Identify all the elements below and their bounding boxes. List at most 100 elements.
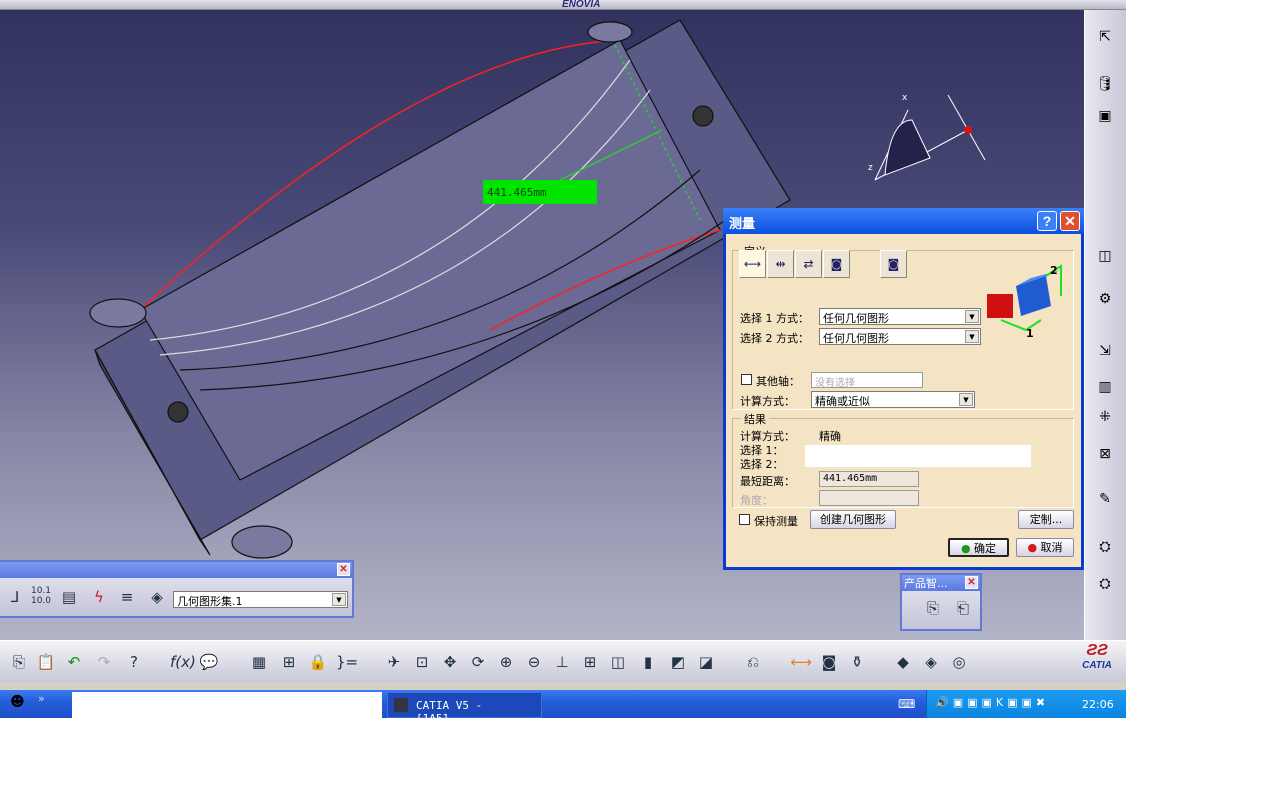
chevron-down-icon[interactable]: ▼	[332, 593, 346, 606]
equation-icon[interactable]: }=	[336, 651, 358, 673]
help-pointer-icon[interactable]: ?	[123, 651, 145, 673]
render-icon[interactable]: ⛭	[1095, 575, 1115, 593]
help-button[interactable]: ?	[1037, 211, 1057, 231]
fit-all-icon[interactable]: ⊡	[411, 651, 433, 673]
gear-icon[interactable]: ⚙	[1095, 290, 1115, 308]
selection2-select[interactable]: 任何几何图形 ▼	[819, 328, 981, 345]
close-icon[interactable]: ✕	[337, 563, 350, 576]
select-arrow-icon[interactable]: ⇱	[1095, 28, 1115, 46]
green-dot-icon: ●	[960, 542, 971, 555]
measure-item-icon[interactable]: ◙	[818, 651, 840, 673]
min-distance-field[interactable]: 441.465mm	[819, 471, 919, 487]
lock-icon[interactable]: 🔒	[307, 651, 329, 673]
taskbar-blank-area	[72, 692, 382, 718]
measure-fan-icon[interactable]: ⇄	[795, 250, 822, 278]
keyboard-icon[interactable]: ⌨	[898, 697, 915, 711]
units-icon[interactable]: 10.1 10.0	[30, 586, 52, 608]
copy-icon[interactable]: ⎘	[8, 651, 30, 673]
geometry-set-select[interactable]: 几何图形集.1 ▼	[173, 591, 348, 608]
taskbar-catia-button[interactable]: CATIA V5 - [1A51...	[387, 692, 542, 725]
swap-visible-icon[interactable]: ◪	[695, 651, 717, 673]
selection1-select[interactable]: 任何几何图形 ▼	[819, 308, 981, 325]
undo-icon[interactable]: ↶	[63, 651, 85, 673]
comment-icon[interactable]: 💬	[198, 651, 220, 673]
svg-text:2: 2	[1050, 264, 1058, 277]
rotate-icon[interactable]: ⟳	[467, 651, 489, 673]
zoom-out-icon[interactable]: ⊖	[523, 651, 545, 673]
measure-between-icon[interactable]: ⟷	[790, 651, 812, 673]
sketch-icon[interactable]: ✎	[1095, 490, 1115, 508]
keep-measure-checkbox[interactable]	[739, 514, 750, 525]
clock: 22:06	[1082, 698, 1114, 711]
floating-toolbar-titlebar[interactable]: ✕	[0, 562, 352, 578]
quicklaunch-icon[interactable]: ☻	[10, 694, 25, 710]
move-icon[interactable]: ⇲	[1095, 342, 1115, 360]
product-new-icon[interactable]: ⎘	[922, 597, 944, 619]
product-open-icon[interactable]: ⎗	[952, 597, 974, 619]
catia-logo: ƧƧ CATIA	[1082, 642, 1112, 671]
section-icon[interactable]: ▥	[1095, 378, 1115, 396]
tree-icon[interactable]: ⊞	[278, 651, 300, 673]
pan-icon[interactable]: ✥	[439, 651, 461, 673]
measure-inertia-icon[interactable]: ⚱	[846, 651, 868, 673]
measure-between-icon[interactable]: ⟷	[739, 250, 766, 278]
taskbar-catia-label: CATIA V5 - [1A51...	[416, 699, 483, 725]
multi-view-icon[interactable]: ⊞	[579, 651, 601, 673]
body-icon[interactable]: ▤	[58, 586, 80, 608]
measure-thickness-icon[interactable]: ◙	[880, 250, 907, 278]
fly-icon[interactable]: ✈	[383, 651, 405, 673]
close-icon[interactable]: ✕	[965, 576, 978, 589]
dialog-title: 测量	[729, 217, 756, 232]
table-icon[interactable]: ▦	[248, 651, 270, 673]
calc-mode-value: 精确或近似	[815, 395, 870, 408]
result-selection2-label: 选择 2：	[740, 458, 784, 471]
chevron-down-icon[interactable]: ▼	[965, 310, 979, 323]
dialog-titlebar[interactable]: 测量 ? ✕	[723, 208, 1084, 234]
cancel-button[interactable]: ● 取消	[1016, 538, 1074, 557]
normal-view-icon[interactable]: ⊥	[551, 651, 573, 673]
axis-icon[interactable]: ⅃	[4, 586, 26, 608]
pattern-icon[interactable]: ⁜	[1095, 408, 1115, 426]
redo-icon[interactable]: ↷	[93, 651, 115, 673]
apply-material-icon[interactable]: ◆	[892, 651, 914, 673]
result-label: 结果	[741, 411, 769, 427]
knowledge-icon[interactable]: ◎	[948, 651, 970, 673]
zoom-in-icon[interactable]: ⊕	[495, 651, 517, 673]
customize-button[interactable]: 定制...	[1018, 510, 1074, 529]
angle-field[interactable]	[819, 490, 919, 506]
other-axis-checkbox[interactable]	[741, 374, 752, 385]
update-icon[interactable]: ⎌	[742, 651, 764, 673]
calc-mode-select[interactable]: 精确或近似 ▼	[811, 391, 975, 408]
geometry-set-icon[interactable]: ◈	[146, 586, 168, 608]
ok-button[interactable]: ● 确定	[948, 538, 1009, 557]
redacted-selection-area	[805, 445, 1031, 467]
measure-item-icon[interactable]: ◙	[823, 250, 850, 278]
chevron-down-icon[interactable]: ▼	[959, 393, 973, 406]
other-axis-field[interactable]: 没有选择	[811, 372, 923, 389]
tray-icons[interactable]: 🔊▣▣▣K▣▣✖	[935, 696, 1049, 709]
fit-icon[interactable]: ⊠	[1095, 445, 1115, 463]
list-icon[interactable]: ≡	[116, 586, 138, 608]
constraint-icon[interactable]: ◫	[1095, 247, 1115, 265]
paste-icon[interactable]: 📋	[35, 651, 57, 673]
create-geometry-button[interactable]: 创建几何图形	[810, 510, 896, 529]
link-icon[interactable]: ϟ	[88, 586, 110, 608]
formula-icon[interactable]: f(x)	[170, 651, 196, 673]
enovia-logo: ENOVIA	[562, 0, 601, 10]
assembly-icon[interactable]: ▣	[1095, 107, 1115, 125]
right-toolbar: ⇱ 🛢 ▣ ◫ ⚙ ⇲ ▥ ⁜ ⊠ ✎ ⛭ ⛭	[1084, 10, 1126, 640]
product-toolbar-titlebar[interactable]: 产品智... ✕	[902, 575, 980, 591]
analysis-icon[interactable]: ◈	[920, 651, 942, 673]
iso-view-icon[interactable]: ◫	[607, 651, 629, 673]
hide-show-icon[interactable]: ◩	[667, 651, 689, 673]
product-icon[interactable]: ⛭	[1095, 538, 1115, 556]
catalog-icon[interactable]: 🛢	[1095, 75, 1115, 93]
svg-text:1: 1	[1026, 327, 1034, 340]
close-button[interactable]: ✕	[1060, 211, 1080, 231]
chevron-down-icon[interactable]: ▼	[965, 330, 979, 343]
shading-icon[interactable]: ▮	[637, 651, 659, 673]
geometry-set-value: 几何图形集.1	[177, 595, 243, 608]
measure-chain-icon[interactable]: ⇹	[767, 250, 794, 278]
quicklaunch-chevron[interactable]: »	[38, 692, 45, 705]
product-toolbar-title: 产品智...	[904, 577, 948, 590]
